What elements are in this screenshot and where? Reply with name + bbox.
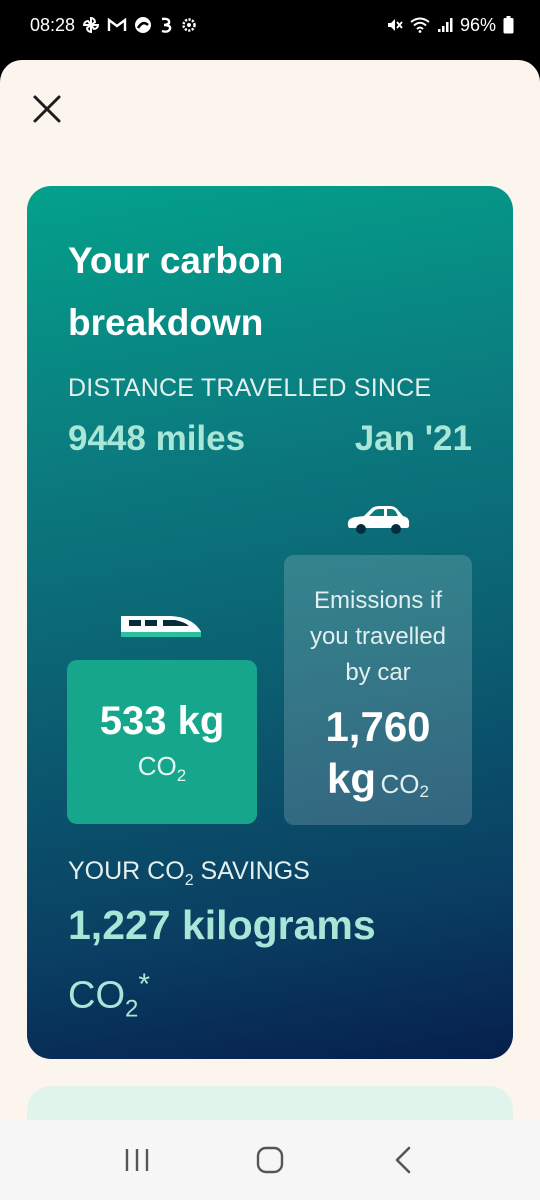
train-emissions-box: 533 kg CO2 bbox=[67, 660, 257, 824]
distance-label: DISTANCE TRAVELLED SINCE bbox=[68, 374, 432, 402]
battery-percent: 96% bbox=[459, 14, 496, 35]
card-title: Your carbon breakdown bbox=[68, 230, 368, 354]
savings-label: YOUR CO2 SAVINGS bbox=[68, 857, 310, 890]
close-icon bbox=[33, 95, 61, 123]
recent-apps-button[interactable] bbox=[107, 1130, 167, 1190]
recent-apps-icon bbox=[125, 1149, 148, 1171]
train-icon bbox=[119, 612, 203, 643]
back-icon bbox=[396, 1146, 411, 1174]
card-title-line1: Your carbon bbox=[68, 240, 284, 281]
gmail-icon bbox=[107, 17, 127, 33]
card-title-line2: breakdown bbox=[68, 302, 264, 343]
train-emissions-unit: CO2 bbox=[138, 751, 186, 786]
app-icon bbox=[134, 16, 152, 34]
battery-icon bbox=[503, 16, 514, 34]
home-button[interactable] bbox=[240, 1130, 300, 1190]
home-icon bbox=[256, 1146, 284, 1174]
close-button[interactable] bbox=[28, 90, 66, 128]
three-icon bbox=[159, 16, 173, 34]
car-unit-subscript: 2 bbox=[419, 782, 429, 802]
status-time: 08:28 bbox=[30, 14, 76, 35]
status-left: 08:28 bbox=[30, 15, 198, 36]
car-emissions-box: Emissions if you travelled by car 1,760 … bbox=[284, 555, 472, 825]
next-card-preview bbox=[27, 1086, 513, 1120]
wifi-icon bbox=[410, 17, 430, 33]
car-icon bbox=[344, 503, 412, 540]
car-emissions-unit: kg CO2 bbox=[284, 755, 472, 816]
car-unit-kg: kg bbox=[327, 755, 377, 802]
savings-label-prefix: YOUR CO bbox=[68, 857, 185, 885]
pinwheel-icon bbox=[82, 16, 100, 34]
distance-since-date: Jan '21 bbox=[354, 419, 472, 458]
status-bar: 08:28 96% bbox=[0, 0, 540, 50]
settings-icon bbox=[180, 16, 198, 34]
train-unit-subscript: 2 bbox=[176, 766, 187, 786]
savings-unit-prefix: CO bbox=[68, 974, 125, 1017]
savings-unit-asterisk: * bbox=[138, 968, 151, 1001]
carbon-sheet: Your carbon breakdown DISTANCE TRAVELLED… bbox=[0, 60, 540, 1120]
carbon-breakdown-card: Your carbon breakdown DISTANCE TRAVELLED… bbox=[27, 186, 513, 1059]
mute-icon bbox=[385, 16, 403, 34]
train-emissions-amount: 533 kg bbox=[99, 699, 225, 744]
signal-icon bbox=[437, 17, 453, 33]
car-unit-text: CO bbox=[380, 769, 420, 799]
train-unit-text: CO bbox=[137, 751, 177, 782]
status-right: 96% bbox=[385, 15, 514, 36]
car-emissions-amount: 1,760 bbox=[325, 703, 431, 750]
savings-label-suffix: SAVINGS bbox=[193, 857, 310, 885]
back-button[interactable] bbox=[373, 1130, 433, 1190]
savings-unit: CO2* bbox=[68, 968, 150, 1023]
system-nav-bar bbox=[0, 1120, 540, 1200]
distance-value: 9448 miles bbox=[68, 419, 246, 458]
savings-label-subscript: 2 bbox=[184, 872, 194, 889]
savings-unit-subscript: 2 bbox=[125, 995, 139, 1023]
car-emissions-label: Emissions if you travelled by car bbox=[309, 587, 447, 686]
savings-value: 1,227 kilograms bbox=[68, 902, 376, 948]
